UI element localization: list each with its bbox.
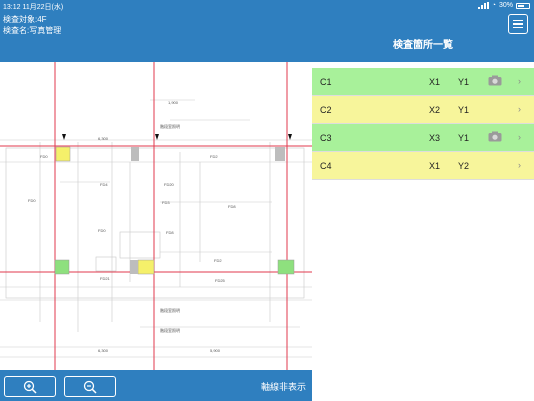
floor-plan-drawing[interactable]: 1,900 6,300 5,900 6,300 階段室照明 階段室照明 階段室照… bbox=[0, 62, 312, 370]
plan-note: 階段室照明 bbox=[160, 123, 180, 129]
dimension-label: 5,900 bbox=[210, 348, 221, 353]
menu-button[interactable] bbox=[508, 14, 528, 34]
status-time-date: 13:12 11月22日(水) bbox=[3, 2, 63, 12]
axis-markers bbox=[62, 134, 292, 140]
room-label: FD21 bbox=[100, 276, 111, 281]
battery-percent: 30% bbox=[498, 2, 513, 9]
marker-c4 bbox=[137, 259, 155, 275]
status-bar: 13:12 11月22日(水) ◔ 30% bbox=[0, 0, 534, 12]
bottom-toolbar: 軸線非表示 bbox=[0, 370, 312, 401]
status-time: 13:12 bbox=[3, 4, 21, 11]
arrow-down-icon bbox=[62, 134, 66, 140]
point-y-axis: Y1 bbox=[458, 133, 470, 143]
marker-c1 bbox=[54, 259, 70, 275]
plan-note: 階段室照明 bbox=[160, 307, 180, 313]
dimension-label: 1,900 bbox=[168, 100, 179, 105]
wifi-icon: ◔ bbox=[491, 2, 496, 9]
zoom-out-button[interactable] bbox=[64, 376, 116, 397]
chevron-right-icon: › bbox=[518, 132, 521, 142]
plan-structure bbox=[0, 99, 312, 358]
room-label: FD2 bbox=[214, 258, 222, 263]
inspection-name: 検査名:写真管理 bbox=[3, 26, 62, 35]
floor-plan-view[interactable]: 1,900 6,300 5,900 6,300 階段室照明 階段室照明 階段室照… bbox=[0, 62, 312, 370]
point-y-axis: Y2 bbox=[458, 161, 470, 171]
top-bar: 13:12 11月22日(水) ◔ 30% 検査対象:4F 検査名:写真管理 検… bbox=[0, 0, 534, 62]
zoom-in-button[interactable] bbox=[4, 376, 56, 397]
menu-icon-bar bbox=[513, 23, 523, 25]
camera-icon[interactable] bbox=[488, 131, 502, 142]
zoom-in-icon bbox=[23, 380, 37, 394]
status-date: 11月22日(水) bbox=[22, 4, 64, 11]
point-code: C4 bbox=[320, 161, 332, 171]
chevron-right-icon: › bbox=[518, 104, 521, 114]
marker-c3 bbox=[277, 259, 295, 275]
arrow-down-icon bbox=[155, 134, 159, 140]
point-y-axis: Y1 bbox=[458, 77, 470, 87]
room-label: FD20 bbox=[164, 182, 175, 187]
inspection-markers[interactable] bbox=[54, 146, 295, 275]
marker-c2 bbox=[55, 146, 71, 162]
point-code: C1 bbox=[320, 77, 332, 87]
point-y-axis: Y1 bbox=[458, 105, 470, 115]
inspection-target: 検査対象:4F bbox=[3, 15, 47, 24]
list-item[interactable]: C4 X1 Y2 › bbox=[312, 152, 534, 180]
list-item[interactable]: C1 X1 Y1 › bbox=[312, 68, 534, 96]
room-label: FD0 bbox=[98, 228, 106, 233]
camera-icon[interactable] bbox=[488, 75, 502, 86]
list-item[interactable]: C2 X2 Y1 › bbox=[312, 96, 534, 124]
room-label: FD0 bbox=[28, 198, 36, 203]
room-label: FD8 bbox=[228, 204, 236, 209]
inspection-list: C1 X1 Y1 › C2 X2 Y1 › C3 X3 Y1 › C4 X1 Y… bbox=[312, 62, 534, 401]
chevron-right-icon: › bbox=[518, 160, 521, 170]
signal-icon bbox=[477, 2, 489, 9]
room-label: FD8 bbox=[166, 230, 174, 235]
axis-toggle-button[interactable]: 軸線非表示 bbox=[261, 380, 306, 393]
room-label: FD2 bbox=[210, 154, 218, 159]
dimension-label: 6,300 bbox=[98, 348, 109, 353]
panel-title: 検査箇所一覧 bbox=[393, 40, 453, 51]
menu-icon-bar bbox=[513, 19, 523, 22]
axis-grid bbox=[0, 62, 312, 370]
room-label: FD25 bbox=[215, 278, 226, 283]
marker-gray bbox=[131, 147, 139, 161]
dimension-label: 6,300 bbox=[98, 136, 109, 141]
menu-icon-bar bbox=[513, 26, 523, 29]
plan-text: 1,900 6,300 5,900 6,300 階段室照明 階段室照明 階段室照… bbox=[28, 100, 236, 353]
point-code: C3 bbox=[320, 133, 332, 143]
room-label: FD3 bbox=[162, 200, 170, 205]
point-x-axis: X1 bbox=[429, 161, 441, 171]
point-x-axis: X2 bbox=[429, 105, 441, 115]
arrow-down-icon bbox=[288, 134, 292, 140]
point-x-axis: X1 bbox=[429, 77, 441, 87]
zoom-out-icon bbox=[83, 380, 97, 394]
battery-icon bbox=[516, 2, 530, 9]
inspection-info: 検査対象:4F 検査名:写真管理 bbox=[3, 14, 61, 36]
marker-gray bbox=[130, 260, 138, 274]
chevron-right-icon: › bbox=[518, 76, 521, 86]
plan-note: 階段室照明 bbox=[160, 327, 180, 333]
point-x-axis: X3 bbox=[429, 133, 441, 143]
point-code: C2 bbox=[320, 105, 332, 115]
status-indicators: ◔ 30% bbox=[477, 2, 530, 9]
list-item[interactable]: C3 X3 Y1 › bbox=[312, 124, 534, 152]
room-label: FD0 bbox=[40, 154, 48, 159]
room-label: FD4 bbox=[100, 182, 108, 187]
marker-gray bbox=[275, 147, 285, 161]
